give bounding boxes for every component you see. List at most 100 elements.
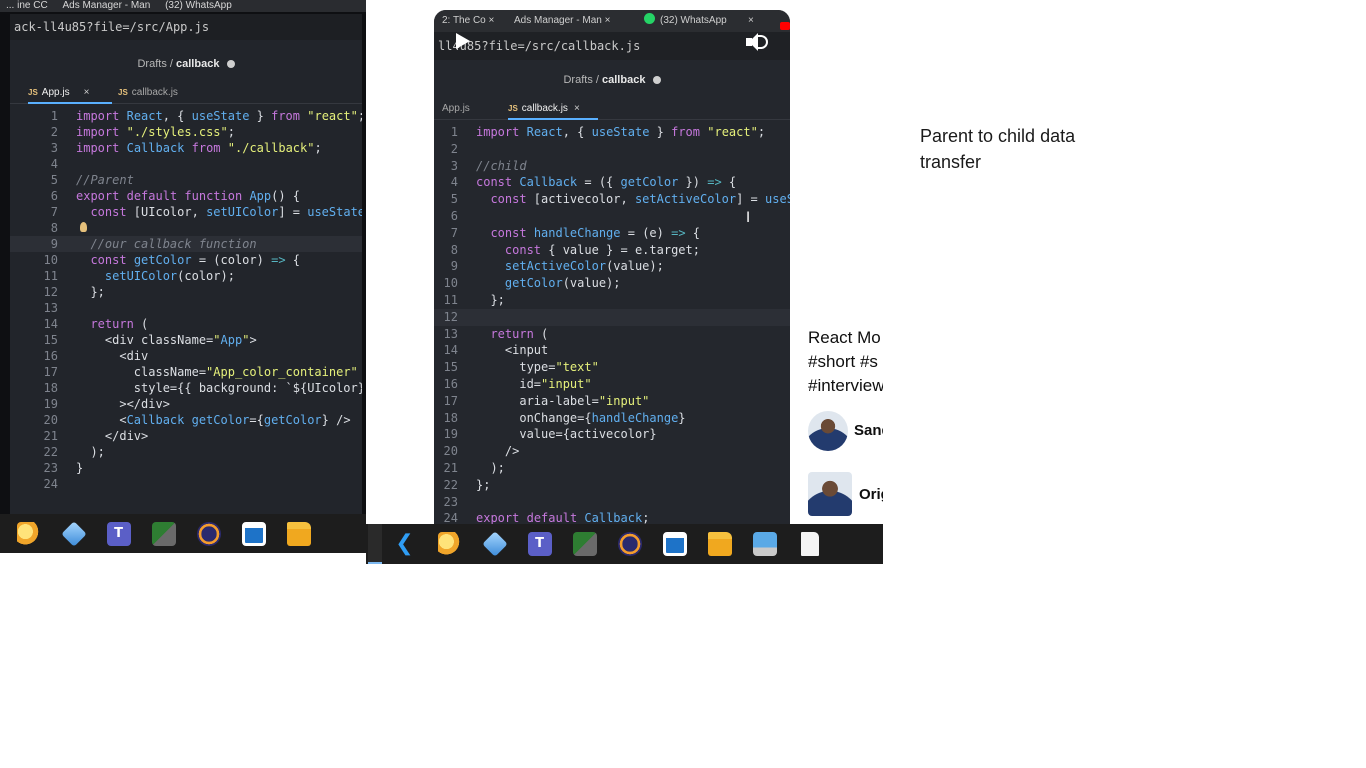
close-icon: ×	[573, 103, 580, 114]
avatar[interactable]	[808, 472, 852, 516]
code-text: <Callback getColor={getColor} />	[76, 413, 351, 427]
code-text: <div	[76, 349, 149, 363]
window-app-icon[interactable]	[231, 514, 276, 553]
code-text: const [activecolor, setActiveColor] = us…	[490, 192, 790, 207]
cube-app-icon[interactable]	[51, 514, 96, 553]
code-line: 20 />	[434, 443, 790, 460]
code-line: 14 return (	[10, 316, 362, 332]
line-number: 1	[50, 109, 58, 123]
close-icon[interactable]: ×	[748, 13, 754, 29]
line-number: 15	[443, 360, 458, 375]
short-title[interactable]: React Mo #short #s #interview	[808, 326, 883, 398]
line-number: 10	[443, 276, 458, 291]
code-text: const handleChange = (e) => {	[490, 225, 700, 240]
browser-tab[interactable]: 2: The Co ×	[442, 13, 494, 29]
left-browser-tabbar: ... ine CC Ads Manager - Man (32) WhatsA…	[0, 0, 366, 12]
code-line: 17 className="App_color_container"	[10, 364, 362, 380]
code-line: 3 //child	[434, 158, 790, 175]
teams-icon[interactable]: T	[517, 524, 562, 564]
code-line: 6	[434, 208, 790, 225]
close-icon[interactable]: ×	[605, 15, 611, 26]
code-area[interactable]: 1 import React, { useState } from "react"…	[10, 108, 362, 492]
video-browser-tabbar: 2: The Co × Ads Manager - Man × (32) Wha…	[434, 10, 790, 32]
code-line: 2 import "./styles.css";	[10, 124, 362, 140]
original-label[interactable]: Orig	[859, 486, 883, 503]
line-number: 10	[43, 253, 58, 267]
line-number: 4	[450, 175, 458, 190]
play-icon[interactable]	[456, 33, 470, 49]
breadcrumb-file[interactable]: callback	[176, 58, 219, 70]
line-number: 11	[443, 292, 458, 307]
line-number: 7	[450, 225, 458, 240]
code-line: 23}	[10, 460, 362, 476]
code-text: };	[476, 292, 505, 307]
line-number: 16	[443, 376, 458, 391]
code-text: const { value } = e.target;	[504, 242, 700, 257]
channel-row[interactable]: Sand	[808, 411, 883, 451]
browser-tab[interactable]: Ads Manager - Man ×	[514, 13, 610, 29]
line-number: 2	[450, 141, 458, 156]
code-text: import React, { useState } from "react";	[476, 125, 766, 139]
code-text: //child	[476, 158, 527, 173]
code-text: />	[476, 444, 520, 459]
vpn-lock-icon[interactable]	[562, 524, 607, 564]
lightbulb-icon[interactable]	[80, 222, 87, 232]
code-text: value={activecolor}	[476, 427, 657, 442]
line-number: 3	[50, 141, 58, 155]
window-app-icon[interactable]	[652, 524, 697, 564]
original-row[interactable]: Orig	[808, 472, 883, 516]
short-video-player[interactable]: 2: The Co × Ads Manager - Man × (32) Wha…	[434, 10, 790, 524]
code-line: 15 type="text"	[434, 359, 790, 376]
tab-callback-js: JS callback.js ×	[508, 98, 598, 120]
code-text: };	[476, 477, 491, 492]
line-number: 23	[43, 461, 58, 475]
breadcrumb-folder[interactable]: Drafts	[137, 58, 166, 70]
tab-callback-js[interactable]: JS callback.js	[118, 82, 178, 104]
sky-app-icon[interactable]	[427, 524, 472, 564]
close-icon[interactable]: ×	[489, 15, 495, 26]
breadcrumb-separator: /	[169, 58, 173, 70]
browser-tab[interactable]: ... ine CC	[0, 0, 54, 12]
close-icon[interactable]: ×	[84, 87, 90, 98]
youtube-icon	[780, 22, 790, 30]
avatar[interactable]	[808, 411, 848, 451]
tab-app-js[interactable]: JS App.js ×	[28, 82, 112, 104]
volume-icon[interactable]	[746, 31, 770, 53]
browser-tab[interactable]: Ads Manager - Man	[56, 0, 156, 12]
browser-tab[interactable]: (32) WhatsApp	[644, 13, 727, 29]
blank-file-icon[interactable]	[787, 524, 832, 564]
code-line: 15 <div className="App">	[10, 332, 362, 348]
code-line: 18 onChange={handleChange}	[434, 410, 790, 427]
file-explorer-icon[interactable]	[697, 524, 742, 564]
code-line: 8 const { value } = e.target;	[434, 242, 790, 259]
this-pc-icon[interactable]	[742, 524, 787, 564]
vpn-lock-icon[interactable]	[141, 514, 186, 553]
teams-icon[interactable]: T	[96, 514, 141, 553]
line-number: 6	[450, 208, 458, 223]
line-number: 24	[43, 477, 58, 491]
code-line: 11 setUIColor(color);	[10, 268, 362, 284]
code-text: //Parent	[76, 173, 134, 187]
code-line: 2	[434, 141, 790, 158]
cube-app-icon[interactable]	[472, 524, 517, 564]
line-number: 19	[443, 427, 458, 442]
line-number: 14	[443, 343, 458, 358]
line-number: 19	[43, 397, 58, 411]
sky-app-icon[interactable]	[6, 514, 51, 553]
line-number: 8	[50, 221, 58, 235]
eclipse-icon[interactable]	[607, 524, 652, 564]
code-line: 22};	[434, 477, 790, 494]
line-number: 1	[450, 125, 458, 139]
line-number: 18	[43, 381, 58, 395]
vscode-icon[interactable]: ❮	[382, 524, 427, 564]
left-address-bar[interactable]: ack-ll4u85?file=/src/App.js	[10, 14, 362, 40]
code-line: 14 <input	[434, 342, 790, 359]
file-explorer-icon[interactable]	[276, 514, 321, 553]
line-number: 6	[50, 189, 58, 203]
code-text: ></div>	[76, 397, 170, 411]
code-line: 10 const getColor = (color) => {	[10, 252, 362, 268]
eclipse-icon[interactable]	[186, 514, 231, 553]
browser-tab[interactable]: (32) WhatsApp	[159, 0, 238, 12]
active-app-indicator[interactable]	[368, 524, 382, 564]
channel-name[interactable]: Sand	[854, 422, 883, 439]
